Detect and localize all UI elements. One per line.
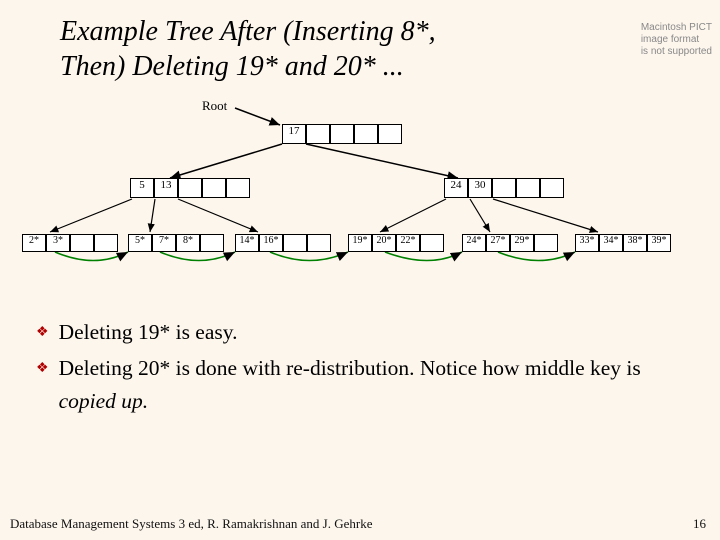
leaf-b: 5*7*8* [128,234,224,252]
bullet-list: ❖ Deleting 19* is easy. ❖ Deleting 20* i… [0,304,720,417]
bullet-1: ❖ Deleting 19* is easy. [36,316,696,348]
tree-diagram: Root 17 513 2430 2*3* 5*7*8* 14*16* 19*2… [0,84,720,304]
inner-right: 2430 [444,178,564,198]
bullet-1-text: Deleting 19* is easy. [59,316,238,348]
diamond-icon: ❖ [36,322,49,343]
copied-up-emph: copied up. [59,389,149,413]
page-number: 16 [693,516,706,532]
bullet-2-text: Deleting 20* is done with re-distributio… [59,352,696,417]
tree-edges [0,84,720,304]
leaf-a: 2*3* [22,234,118,252]
leaf-c: 14*16* [235,234,331,252]
footer-left: Database Management Systems 3 ed, R. Ram… [10,516,372,532]
page-title: Example Tree After (Inserting 8*, Then) … [0,0,720,84]
leaf-d: 19*20*22* [348,234,444,252]
root-node: 17 [282,124,402,144]
leaf-f: 33*34*38*39* [575,234,671,252]
leaf-e: 24*27*29* [462,234,558,252]
bullet-2: ❖ Deleting 20* is done with re-distribut… [36,352,696,417]
root-label: Root [202,98,227,114]
diamond-icon: ❖ [36,358,49,379]
title-line2: Then) Deleting 19* and 20* ... [60,51,404,82]
pict-placeholder: Macintosh PICTimage formatis not support… [641,22,712,58]
inner-left: 513 [130,178,250,198]
title-line1: Example Tree After (Inserting 8*, [60,16,436,47]
